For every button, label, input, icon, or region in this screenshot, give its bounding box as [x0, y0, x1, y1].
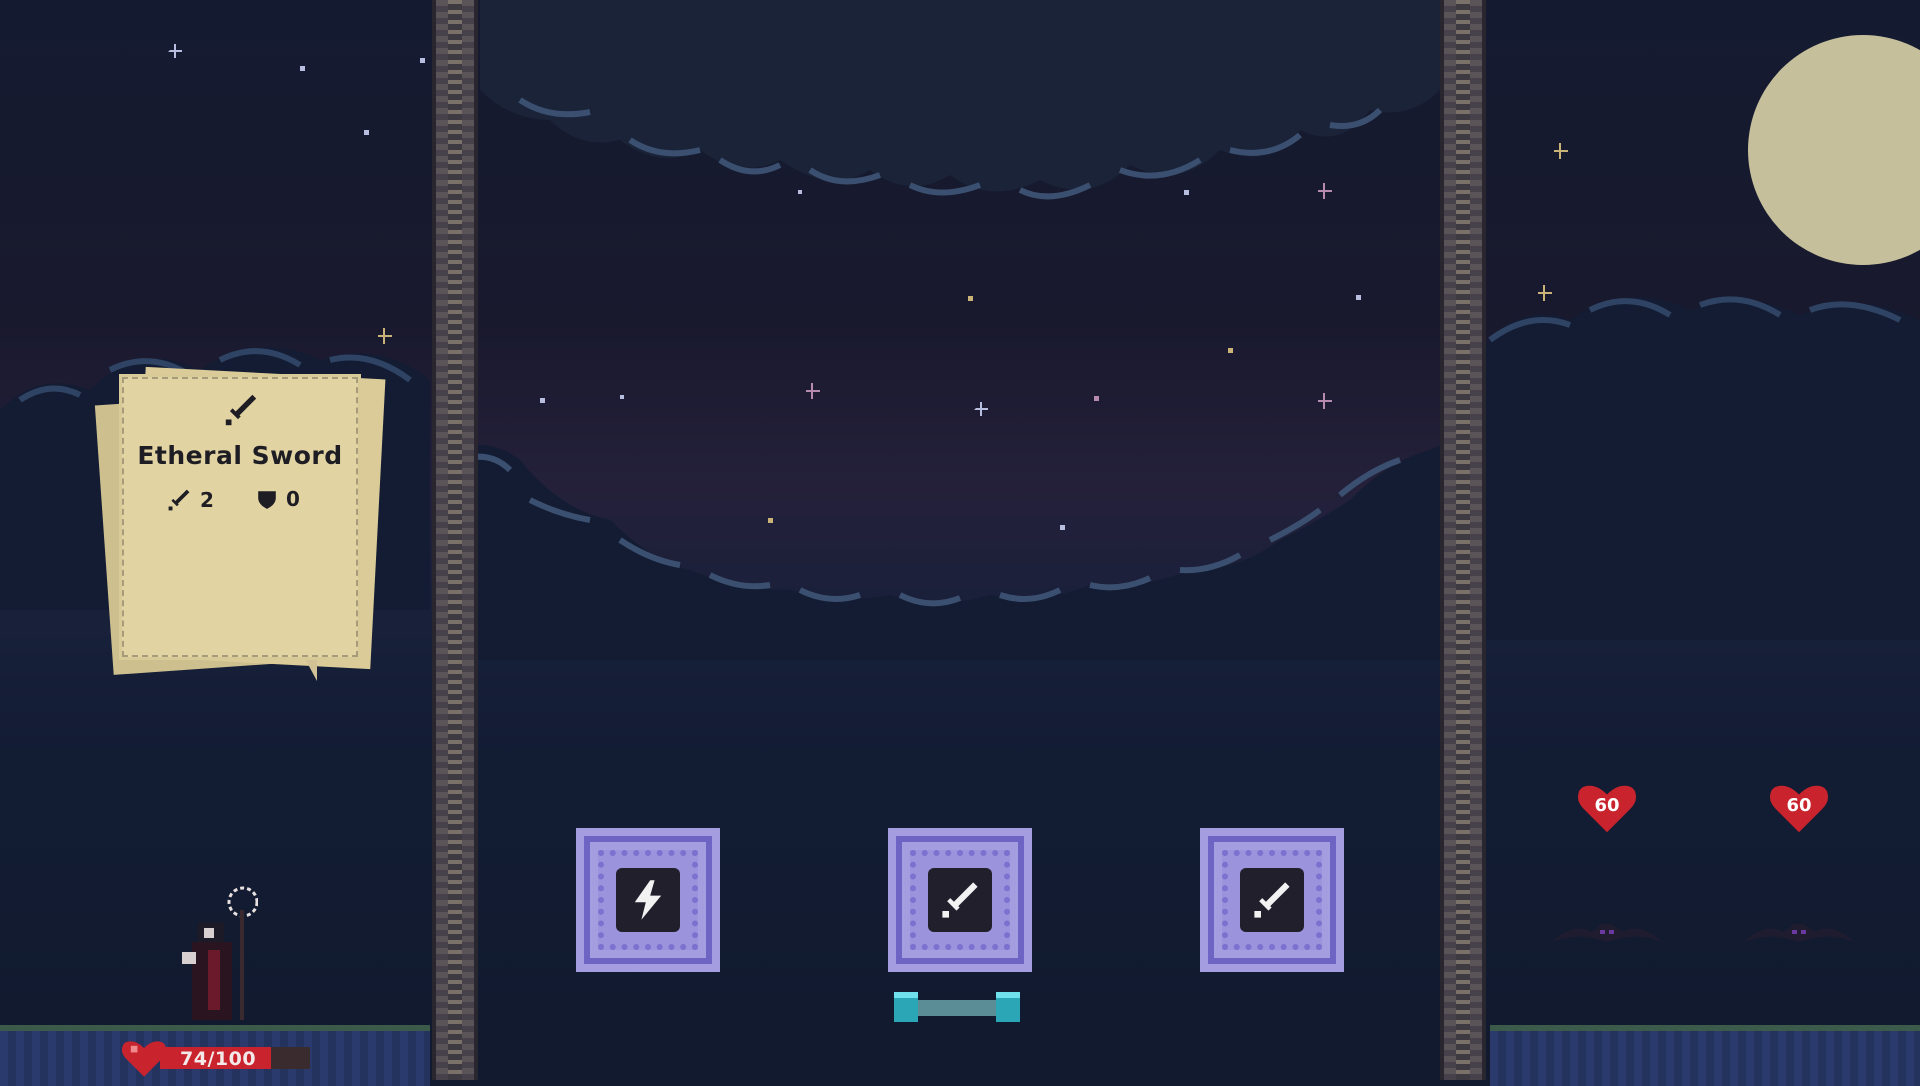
star — [620, 395, 624, 399]
enemy-bat-1[interactable] — [1552, 912, 1662, 952]
heart-icon — [122, 1041, 166, 1077]
enemy-1-health: 60 — [1578, 782, 1636, 836]
right-ground — [1490, 1025, 1920, 1086]
attack-value: 2 — [200, 488, 214, 512]
sword-icon — [1254, 882, 1290, 918]
sword-icon — [225, 394, 257, 426]
lightning-icon — [634, 880, 662, 920]
right-clouds — [1480, 296, 1920, 640]
chest-sword-1[interactable] — [888, 828, 1032, 972]
star — [300, 66, 305, 71]
star — [420, 58, 425, 63]
shield-icon — [258, 491, 276, 509]
star — [540, 398, 545, 403]
defense-value: 0 — [286, 487, 300, 511]
star — [364, 130, 369, 135]
enemy-2-health: 60 — [1770, 782, 1828, 836]
top-clouds — [480, 0, 1440, 200]
item-stats: 2 0 — [124, 487, 356, 517]
star — [974, 402, 988, 416]
star — [1356, 295, 1361, 300]
star — [168, 44, 182, 58]
player-character — [182, 886, 258, 1020]
star — [1318, 393, 1332, 409]
item-card: Etheral Sword 2 0 — [122, 377, 358, 657]
defense-stat: 0 — [256, 487, 300, 511]
player-health-bar: 74/100 — [122, 1041, 310, 1077]
chest-lightning[interactable] — [576, 828, 720, 972]
selection-pedestal — [894, 992, 1020, 1022]
left-stone-pillar — [432, 0, 478, 1080]
attack-stat: 2 — [166, 487, 214, 513]
player-hp-text: 74/100 — [180, 1048, 257, 1070]
star — [806, 383, 820, 399]
star — [1554, 143, 1568, 159]
enemy-bat-2[interactable] — [1744, 912, 1854, 952]
enemy-2-hp: 60 — [1786, 795, 1812, 816]
enemy-1-hp: 60 — [1594, 795, 1620, 816]
star — [1228, 348, 1233, 353]
chest-sword-2[interactable] — [1200, 828, 1344, 972]
item-info-card: Etheral Sword 2 0 — [94, 355, 386, 685]
right-stone-pillar — [1440, 0, 1486, 1080]
sword-icon — [942, 882, 978, 918]
card-tail — [303, 655, 317, 681]
sword-icon — [168, 489, 190, 511]
item-title: Etheral Sword — [137, 441, 343, 470]
lower-clouds — [440, 445, 1460, 660]
star — [968, 296, 973, 301]
star — [1094, 396, 1099, 401]
